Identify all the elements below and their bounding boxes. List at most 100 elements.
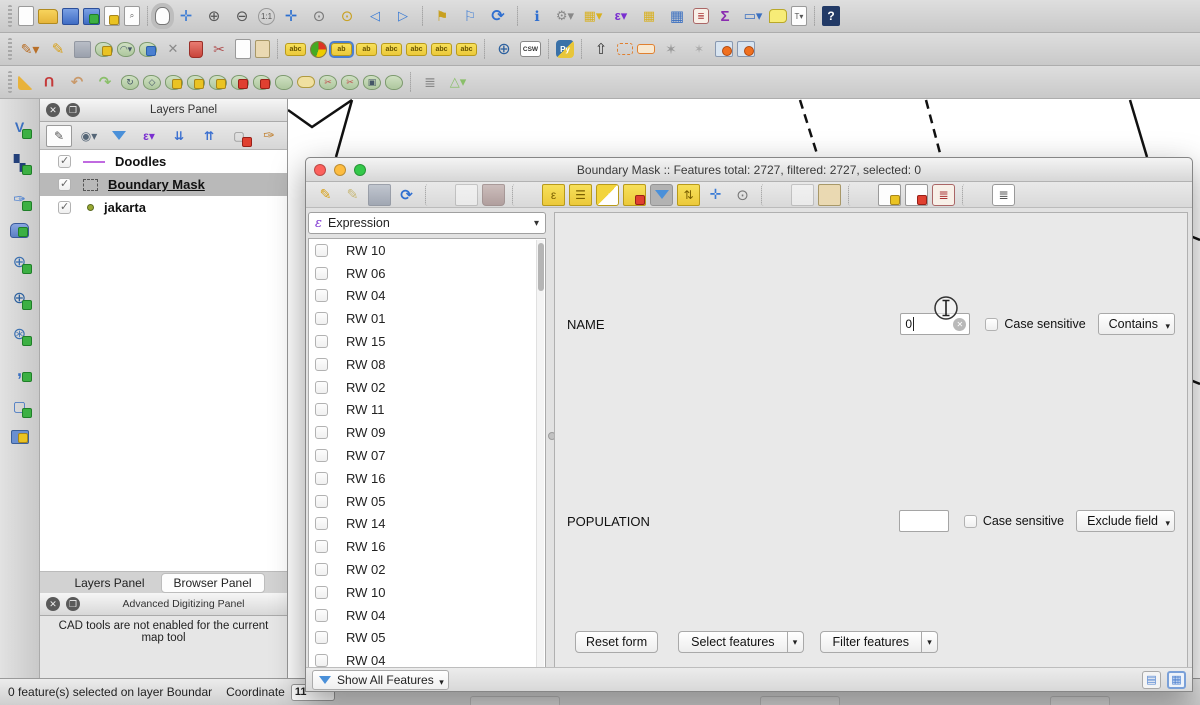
zoom-window-button[interactable] [354, 164, 366, 176]
select-extent-icon[interactable] [617, 43, 633, 55]
feature-row[interactable]: RW 09 [309, 421, 545, 444]
rotate-feature-icon[interactable]: ↻ [121, 75, 139, 90]
zoom-to-layer-icon[interactable]: ⊙ [307, 4, 331, 28]
delete-part-icon[interactable] [253, 75, 271, 90]
feature-row[interactable]: RW 11 [309, 399, 545, 422]
select-by-expression-icon[interactable]: ε [542, 184, 565, 206]
move-feature-icon[interactable] [139, 42, 157, 57]
magic-wand-icon[interactable]: ✶ [659, 37, 683, 61]
feature-checkbox[interactable] [315, 381, 328, 394]
select-by-expression-icon[interactable]: ε▾ [609, 4, 633, 28]
feature-checkbox[interactable] [315, 563, 328, 576]
feature-checkbox[interactable] [315, 654, 328, 667]
feature-row[interactable]: RW 08 [309, 353, 545, 376]
add-part-icon[interactable] [187, 75, 205, 90]
add-spatialite-layer-icon[interactable]: ✑ [8, 187, 32, 211]
style-manager-check-icon[interactable] [715, 41, 733, 57]
refresh-icon[interactable]: ⟳ [486, 4, 510, 28]
text-annotation-icon[interactable]: T▾ [791, 6, 807, 26]
add-wfs-layer-icon[interactable]: ⊛ [8, 322, 32, 346]
current-edits-icon[interactable]: ✎▾ [18, 37, 42, 61]
form-view-toggle-icon[interactable]: ▤ [1142, 671, 1161, 689]
table-view-toggle-icon[interactable]: ▦ [1167, 671, 1186, 689]
node-tool-icon[interactable]: ✕ [161, 37, 185, 61]
run-feature-action-icon[interactable]: ⚙▾ [553, 4, 577, 28]
clear-brush-icon[interactable]: ✑ [256, 125, 282, 147]
pan-arrows-icon[interactable]: ✛ [174, 4, 198, 28]
layer-styling-icon[interactable]: ✎ [46, 125, 72, 147]
move-selection-top-icon[interactable]: ⇅ [677, 184, 700, 206]
add-delimited-text-icon[interactable]: , [8, 358, 32, 382]
layer-row-doodles[interactable]: Doodles [40, 150, 287, 173]
deselect-all-icon[interactable]: ▦ [637, 4, 661, 28]
delete-selected-icon[interactable] [189, 41, 203, 58]
add-mssql-layer-icon[interactable]: ⊕ [8, 250, 32, 274]
extent-frame-icon[interactable] [637, 44, 655, 54]
feature-row[interactable]: RW 16 [309, 535, 545, 558]
pie-diagram-icon[interactable] [310, 41, 327, 58]
processing-chip-icon[interactable] [11, 430, 29, 444]
layer-visibility-checkbox[interactable] [58, 201, 71, 214]
deselect-all-icon[interactable] [623, 184, 646, 206]
label-visibility-icon[interactable]: abc [381, 43, 402, 56]
save-project-icon[interactable] [62, 8, 79, 25]
feature-row[interactable]: RW 10 [309, 239, 545, 262]
feature-row[interactable]: RW 07 [309, 444, 545, 467]
feature-row[interactable]: RW 04 [309, 285, 545, 308]
delete-ring-icon[interactable] [231, 75, 249, 90]
toggle-editing-icon[interactable]: ✎ [46, 37, 70, 61]
add-raster-layer-icon[interactable]: ▚ [8, 151, 32, 175]
python-console-icon[interactable]: Py [556, 40, 574, 58]
invert-selection-icon[interactable] [596, 184, 619, 206]
expand-all-icon[interactable]: ⇊ [166, 125, 192, 147]
label-move-icon[interactable]: abc [406, 43, 427, 56]
measure-icon[interactable]: ▭▾ [741, 4, 765, 28]
feature-row[interactable]: RW 10 [309, 581, 545, 604]
reshape-icon[interactable] [275, 75, 293, 90]
circular-string-icon[interactable]: ◠▾ [117, 42, 135, 57]
filter-expression-icon[interactable]: ε▾ [136, 125, 162, 147]
trace-tool-icon[interactable]: △▾ [446, 70, 470, 94]
csw-catalog-icon[interactable]: CSW [520, 41, 541, 57]
feature-checkbox[interactable] [315, 426, 328, 439]
dialog-titlebar[interactable]: Boundary Mask :: Features total: 2727, f… [306, 158, 1192, 182]
feature-row[interactable]: RW 06 [309, 262, 545, 285]
feature-checkbox[interactable] [315, 267, 328, 280]
reload-table-icon[interactable]: ⟳ [395, 184, 418, 206]
float-panel-icon[interactable]: ❐ [66, 103, 80, 117]
copy-features-icon[interactable] [235, 39, 251, 59]
filter-form-icon[interactable] [650, 184, 673, 206]
feature-checkbox[interactable] [315, 517, 328, 530]
new-project-icon[interactable] [18, 6, 34, 26]
feature-row[interactable]: RW 16 [309, 467, 545, 490]
cut-features-icon[interactable]: ✂ [207, 37, 231, 61]
feature-checkbox[interactable] [315, 540, 328, 553]
help-icon[interactable]: ? [822, 6, 840, 26]
manage-visibility-icon[interactable]: ◉▾ [76, 125, 102, 147]
delete-field-icon[interactable] [905, 184, 928, 206]
snapping-magnet-icon[interactable]: U [37, 70, 61, 94]
scrollbar-thumb[interactable] [538, 243, 544, 291]
collapse-all-icon[interactable]: ⇈ [196, 125, 222, 147]
redo-icon[interactable]: ↷ [93, 70, 117, 94]
add-feature-icon[interactable] [455, 184, 478, 206]
feature-row[interactable]: RW 02 [309, 376, 545, 399]
minimize-window-button[interactable] [334, 164, 346, 176]
label-properties-icon[interactable]: abc [456, 43, 477, 56]
filter-features-button[interactable]: Filter features [820, 631, 922, 653]
show-bookmarks-icon[interactable]: ⚐ [458, 4, 482, 28]
add-wms-layer-icon[interactable]: ⊕ [8, 286, 32, 310]
tab-browser-panel[interactable]: Browser Panel [161, 573, 265, 593]
float-panel-icon[interactable]: ❐ [66, 597, 80, 611]
feature-checkbox[interactable] [315, 358, 328, 371]
split-features-icon[interactable]: ✂ [319, 75, 337, 90]
name-case-sensitive-checkbox[interactable] [985, 318, 998, 331]
new-bookmark-icon[interactable]: ⚑ [430, 4, 454, 28]
zoom-last-icon[interactable]: ◁ [363, 4, 387, 28]
delete-feature-icon[interactable] [482, 184, 505, 206]
feature-checkbox[interactable] [315, 586, 328, 599]
feature-checkbox[interactable] [315, 244, 328, 257]
pan-to-selection-icon[interactable]: ✛ [704, 184, 727, 206]
feature-row[interactable]: RW 05 [309, 627, 545, 650]
offset-curve-icon[interactable] [297, 76, 315, 88]
